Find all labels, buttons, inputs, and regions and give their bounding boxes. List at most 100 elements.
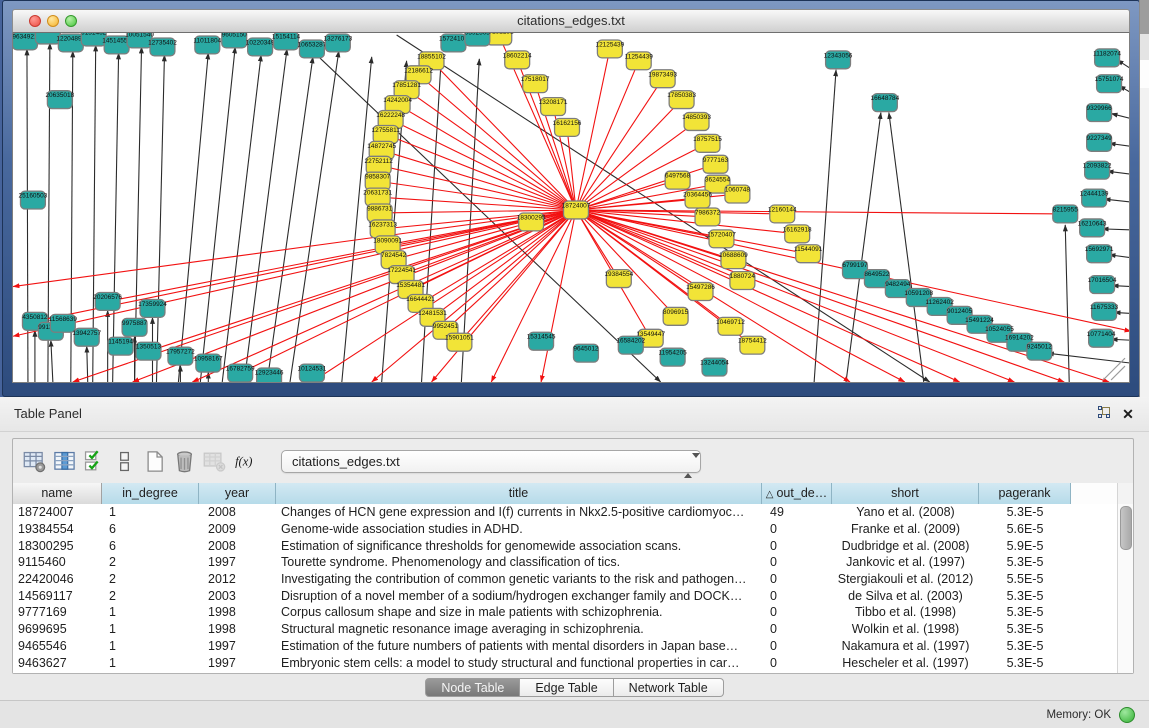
graph-node-teal[interactable]: 11011804 xyxy=(193,36,221,54)
graph-node-yellow[interactable]: 16162918 xyxy=(783,225,812,243)
cell-title[interactable]: Embryonic stem cells: a model to study s… xyxy=(276,656,762,670)
cell-pagerank[interactable]: 5.6E-5 xyxy=(979,522,1071,536)
graph-node-teal[interactable]: 16782759 xyxy=(226,364,255,382)
vertical-scrollbar[interactable] xyxy=(1117,504,1133,673)
cell-pagerank[interactable]: 5.5E-5 xyxy=(979,572,1071,586)
graph-node-yellow[interactable]: 15901051 xyxy=(445,333,474,351)
cell-short[interactable]: Wolkin et al. (1998) xyxy=(832,622,979,636)
cell-short[interactable]: Hescheler et al. (1997) xyxy=(832,656,979,670)
graph-node-teal[interactable]: 9634921 xyxy=(13,33,38,50)
table-row[interactable]: 1830029562008Estimation of significance … xyxy=(13,537,1118,554)
cell-in_degree[interactable]: 1 xyxy=(102,639,199,653)
graph-node-yellow[interactable]: 17850383 xyxy=(667,91,696,109)
cell-name[interactable]: 22420046 xyxy=(13,572,102,586)
graph-node-teal[interactable]: 12923446 xyxy=(255,368,284,382)
graph-node-teal[interactable]: 15692971 xyxy=(1085,245,1114,263)
cell-short[interactable]: Nakamura et al. (1997) xyxy=(832,639,979,653)
cell-title[interactable]: Genome-wide association studies in ADHD. xyxy=(276,522,762,536)
column-header-out_de[interactable]: △out_de… xyxy=(762,483,832,504)
select-all-icon[interactable] xyxy=(81,447,107,475)
cell-out_de[interactable]: 49 xyxy=(762,505,832,519)
cell-in_degree[interactable]: 2 xyxy=(102,555,199,569)
cell-in_degree[interactable]: 1 xyxy=(102,605,199,619)
graph-node-yellow[interactable]: 20631731 xyxy=(363,188,392,206)
cell-in_degree[interactable]: 2 xyxy=(102,572,199,586)
cell-year[interactable]: 1998 xyxy=(199,605,276,619)
cell-out_de[interactable]: 0 xyxy=(762,572,832,586)
cell-title[interactable]: Changes of HCN gene expression and I(f) … xyxy=(276,505,762,519)
table-row[interactable]: 1456911722003Disruption of a novel membe… xyxy=(13,587,1118,604)
cell-year[interactable]: 2009 xyxy=(199,522,276,536)
black-edge[interactable] xyxy=(1065,225,1069,382)
red-edge[interactable] xyxy=(419,75,576,210)
graph-node-teal[interactable]: 10653287 xyxy=(298,40,327,58)
cell-pagerank[interactable]: 5.3E-5 xyxy=(979,555,1071,569)
graph-node-teal[interactable]: 17016504 xyxy=(1088,276,1117,294)
graph-node-yellow[interactable]: 15497286 xyxy=(686,283,715,301)
black-edge[interactable] xyxy=(200,47,235,382)
graph-node-teal[interactable]: 13942757 xyxy=(72,328,101,346)
graph-node-teal[interactable]: 9245012 xyxy=(1027,342,1053,360)
cell-name[interactable]: 9465546 xyxy=(13,639,102,653)
graph-node-teal[interactable]: 1145194 xyxy=(108,337,133,355)
graph-node-teal[interactable]: 15154114 xyxy=(272,33,301,50)
black-edge[interactable] xyxy=(51,340,53,382)
cell-name[interactable]: 9115460 xyxy=(13,555,102,569)
graph-node-yellow[interactable]: 18754412 xyxy=(738,336,767,354)
graph-node-teal[interactable]: 8215955 xyxy=(1053,205,1079,223)
column-header-in_degree[interactable]: in_degree xyxy=(102,483,199,504)
graph-node-yellow[interactable]: 20364456 xyxy=(683,190,712,208)
column-header-title[interactable]: title xyxy=(276,483,762,504)
black-edge[interactable] xyxy=(267,57,313,382)
graph-node-teal[interactable]: 9975887 xyxy=(122,318,148,336)
cell-title[interactable]: Structural magnetic resonance image aver… xyxy=(276,622,762,636)
function-builder-icon[interactable]: f(x) xyxy=(231,447,257,475)
float-window-icon[interactable] xyxy=(1095,405,1113,423)
cell-year[interactable]: 1997 xyxy=(199,639,276,653)
graph-node-yellow[interactable]: 16162156 xyxy=(553,119,582,137)
cell-in_degree[interactable]: 1 xyxy=(102,656,199,670)
black-edge[interactable] xyxy=(1107,171,1129,174)
cell-pagerank[interactable]: 5.3E-5 xyxy=(979,605,1071,619)
graph-node-yellow[interactable]: 6497568 xyxy=(665,171,691,189)
cell-in_degree[interactable]: 2 xyxy=(102,589,199,603)
cell-year[interactable]: 2003 xyxy=(199,589,276,603)
graph-node-teal[interactable]: 11675333 xyxy=(1090,302,1119,320)
graph-node-yellow[interactable]: 19384554 xyxy=(604,270,633,288)
red-edge[interactable] xyxy=(576,210,905,382)
black-edge[interactable] xyxy=(1102,229,1129,230)
graph-node-teal[interactable]: 15314545 xyxy=(527,332,556,350)
cell-out_de[interactable]: 0 xyxy=(762,622,832,636)
graph-node-yellow[interactable]: 1060748 xyxy=(725,185,751,203)
cell-year[interactable]: 2008 xyxy=(199,505,276,519)
tab-network-table[interactable]: Network Table xyxy=(614,678,724,697)
cell-out_de[interactable]: 0 xyxy=(762,522,832,536)
graph-node-teal[interactable]: 20635018 xyxy=(45,91,74,109)
graph-node-yellow[interactable]: 9777163 xyxy=(703,155,729,173)
scrollbar-thumb[interactable] xyxy=(1120,506,1132,550)
graph-node-yellow[interactable]: 12160144 xyxy=(768,205,797,223)
graph-node-yellow[interactable]: 12125439 xyxy=(595,40,624,58)
cell-year[interactable]: 2008 xyxy=(199,539,276,553)
graph-node-teal[interactable]: 12093822 xyxy=(1083,161,1112,179)
graph-node-yellow[interactable]: 11544091 xyxy=(794,245,823,263)
cell-out_de[interactable]: 0 xyxy=(762,639,832,653)
graph-node-yellow[interactable]: 10688609 xyxy=(719,251,748,269)
cell-year[interactable]: 1997 xyxy=(199,656,276,670)
red-edge[interactable] xyxy=(576,49,610,210)
cell-out_de[interactable]: 0 xyxy=(762,589,832,603)
graph-node-yellow[interactable]: 18724007 xyxy=(562,201,591,219)
cell-name[interactable]: 18300295 xyxy=(13,539,102,553)
cell-short[interactable]: Franke et al. (2009) xyxy=(832,522,979,536)
graph-node-yellow[interactable]: 1880724 xyxy=(730,272,756,290)
unselect-all-icon[interactable] xyxy=(111,447,137,475)
graph-node-yellow[interactable]: 16237313 xyxy=(368,220,397,238)
cell-pagerank[interactable]: 5.3E-5 xyxy=(979,622,1071,636)
table-settings-icon[interactable] xyxy=(21,447,47,475)
graph-node-teal[interactable]: 17359924 xyxy=(138,299,167,317)
graph-node-yellow[interactable]: 11254439 xyxy=(625,52,654,70)
cell-short[interactable]: Dudbridge et al. (2008) xyxy=(832,539,979,553)
cell-year[interactable]: 1997 xyxy=(199,555,276,569)
cell-short[interactable]: de Silva et al. (2003) xyxy=(832,589,979,603)
cell-name[interactable]: 9463627 xyxy=(13,656,102,670)
